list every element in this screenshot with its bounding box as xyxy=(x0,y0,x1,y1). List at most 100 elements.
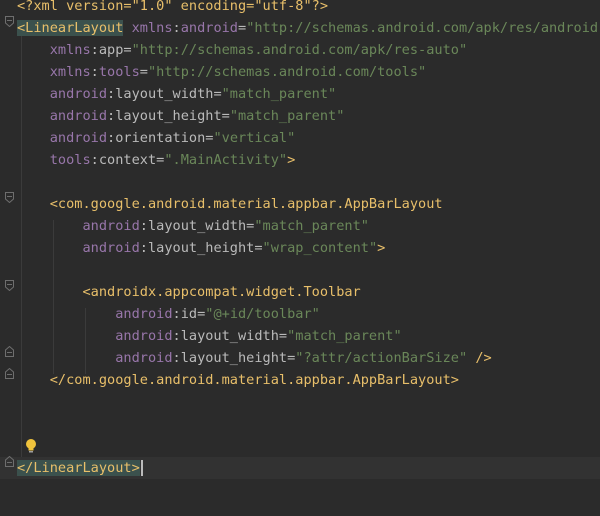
code-token: android xyxy=(49,130,108,146)
code-token: android xyxy=(115,350,173,366)
code-line[interactable]: <com.google.android.material.appbar.AppB… xyxy=(0,193,600,215)
code-token: :layout_height= xyxy=(139,240,263,256)
code-line[interactable]: <?xml version="1.0" encoding="utf-8"?> xyxy=(0,0,600,17)
code-line-text: <androidx.appcompat.widget.Toolbar xyxy=(17,281,361,303)
fold-icon[interactable] xyxy=(5,280,14,291)
code-token: "match_parent" xyxy=(254,218,369,234)
fold-icon[interactable] xyxy=(5,16,14,27)
code-token: "@+id/toolbar" xyxy=(205,306,320,322)
code-token: :context= xyxy=(90,152,165,168)
code-token: tools xyxy=(49,152,91,168)
code-line-text: android:layout_width="match_parent" xyxy=(17,83,336,105)
code-token: android xyxy=(49,108,108,124)
code-token: "match_parent" xyxy=(229,108,345,124)
code-token: :layout_height= xyxy=(107,108,230,124)
code-line[interactable] xyxy=(0,171,600,193)
code-token: "vertical" xyxy=(213,130,296,146)
code-token: <?xml version="1.0" encoding="utf-8"?> xyxy=(17,0,328,14)
code-token: tools xyxy=(98,64,140,80)
code-token: = xyxy=(238,20,247,36)
code-line-text: android:orientation="vertical" xyxy=(17,127,296,149)
code-line-text: xmlns:app="http://schemas.android.com/ap… xyxy=(17,39,467,61)
code-line[interactable]: android:layout_height="match_parent" xyxy=(0,105,600,127)
fold-end-icon[interactable] xyxy=(5,368,14,379)
code-token: xmlns xyxy=(49,42,91,58)
code-line[interactable]: xmlns:app="http://schemas.android.com/ap… xyxy=(0,39,600,61)
code-token: "wrap_content" xyxy=(262,240,378,256)
code-line[interactable]: android:layout_height="?attr/actionBarSi… xyxy=(0,347,600,369)
lightbulb-icon[interactable] xyxy=(24,438,38,454)
code-line[interactable] xyxy=(0,259,600,281)
fold-end-icon[interactable] xyxy=(5,456,14,467)
code-token: xmlns xyxy=(49,64,91,80)
code-token: "http://schemas.android.com/tools" xyxy=(147,64,427,80)
code-line[interactable]: android:orientation="vertical" xyxy=(0,127,600,149)
code-line-text: xmlns:tools="http://schemas.android.com/… xyxy=(17,61,426,83)
code-line-text: android:layout_width="match_parent" xyxy=(17,215,369,237)
code-line[interactable] xyxy=(0,391,600,413)
code-token: android xyxy=(115,328,173,344)
code-line-text: <LinearLayout xmlns:android="http://sche… xyxy=(17,17,600,39)
code-token: "http://schemas.android.com/apk/res/andr… xyxy=(246,20,600,36)
code-token: "match_parent" xyxy=(221,86,337,102)
code-token: :orientation= xyxy=(107,130,214,146)
code-token: xmlns xyxy=(131,20,173,36)
code-line-text: <?xml version="1.0" encoding="utf-8"?> xyxy=(17,0,328,17)
code-line[interactable] xyxy=(0,435,600,457)
code-token: :layout_width= xyxy=(139,218,255,234)
code-line-text: <com.google.android.material.appbar.AppB… xyxy=(17,193,443,215)
code-line[interactable]: android:id="@+id/toolbar" xyxy=(0,303,600,325)
code-line[interactable]: android:layout_width="match_parent" xyxy=(0,325,600,347)
fold-end-icon[interactable] xyxy=(5,346,14,357)
code-token: </LinearLayout xyxy=(17,460,132,476)
code-token: :layout_height= xyxy=(172,350,296,366)
code-token: ".MainActivity" xyxy=(164,152,288,168)
code-line[interactable]: android:layout_width="match_parent" xyxy=(0,83,600,105)
code-token: android xyxy=(180,20,238,36)
code-token: <LinearLayout xyxy=(17,20,124,36)
code-line[interactable]: </LinearLayout> xyxy=(0,457,600,479)
code-token: = xyxy=(139,64,148,80)
code-token: "http://schemas.android.com/apk/res-auto… xyxy=(131,42,468,58)
code-line-text: android:layout_height="match_parent" xyxy=(17,105,345,127)
code-line[interactable]: xmlns:tools="http://schemas.android.com/… xyxy=(0,61,600,83)
code-token: /> xyxy=(467,350,492,366)
code-line[interactable]: android:layout_width="match_parent" xyxy=(0,215,600,237)
code-line-text: </LinearLayout> xyxy=(17,457,143,479)
code-line[interactable] xyxy=(0,413,600,435)
code-token: android xyxy=(115,306,173,322)
code-token: :layout_width= xyxy=(107,86,222,102)
code-token: > xyxy=(377,240,386,256)
code-line-text: android:layout_height="?attr/actionBarSi… xyxy=(17,347,492,369)
code-line[interactable]: tools:context=".MainActivity"> xyxy=(0,149,600,171)
code-token: "?attr/actionBarSize" xyxy=(295,350,468,366)
fold-icon[interactable] xyxy=(5,192,14,203)
code-token: : xyxy=(90,64,99,80)
code-token: android xyxy=(82,218,140,234)
code-token: > xyxy=(131,460,140,476)
code-line-text: android:layout_height="wrap_content"> xyxy=(17,237,385,259)
code-token: </com.google.android.material.appbar.App… xyxy=(49,372,459,388)
code-line[interactable]: <LinearLayout xmlns:android="http://sche… xyxy=(0,17,600,39)
code-line[interactable]: </com.google.android.material.appbar.App… xyxy=(0,369,600,391)
code-token: <androidx.appcompat.widget.Toolbar xyxy=(82,284,361,300)
code-line[interactable]: android:layout_height="wrap_content"> xyxy=(0,237,600,259)
code-line[interactable]: <androidx.appcompat.widget.Toolbar xyxy=(0,281,600,303)
code-token: android xyxy=(49,86,108,102)
code-token: :layout_width= xyxy=(172,328,288,344)
code-editor[interactable]: <?xml version="1.0" encoding="utf-8"?> <L… xyxy=(0,0,600,516)
